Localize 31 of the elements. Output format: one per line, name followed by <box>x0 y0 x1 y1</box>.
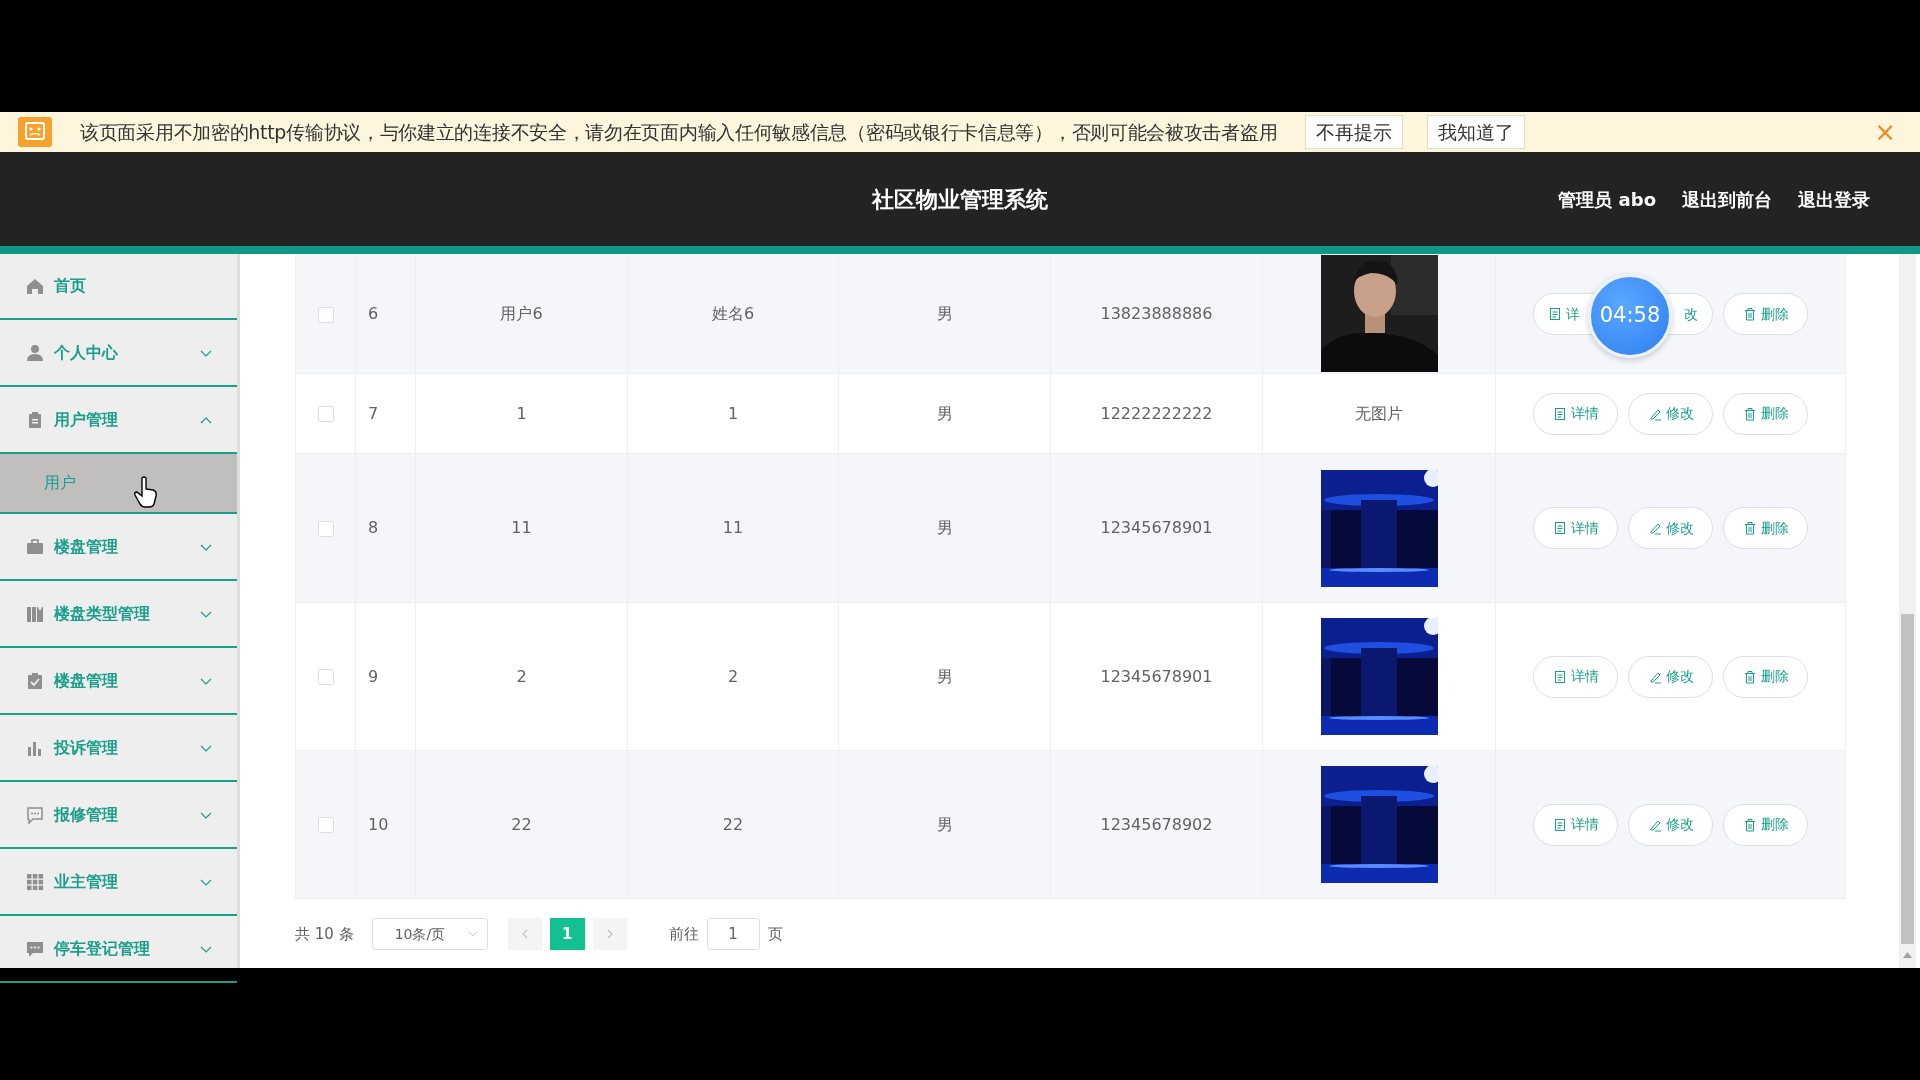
notice-text: 该页面采用不加密的http传输协议，与你建立的连接不安全，请勿在页面内输入任何敏感信息（密码或银行卡信息等），否则可能会被攻击者盗用 <box>80 119 1278 145</box>
row-number: 8 <box>368 518 379 537</box>
table-cell: 男 <box>936 304 953 323</box>
table-cell: 姓名6 <box>711 304 755 323</box>
table-cell: 11 <box>722 518 744 537</box>
row-number: 6 <box>368 304 379 323</box>
table-cell: 1 <box>727 403 739 423</box>
table-cell: 男 <box>936 403 953 423</box>
table-cell: 男 <box>936 814 953 834</box>
table-cell: 男 <box>936 518 953 537</box>
total-count: 共 10 条 <box>295 923 354 945</box>
table-cell: 1 <box>516 403 527 423</box>
table-cell: 11 <box>511 518 532 537</box>
app-title: 社区物业管理系统 <box>872 186 1048 212</box>
page-suffix: 页 <box>767 923 783 945</box>
table-cell: 12345678901 <box>1100 518 1213 537</box>
table-cell: 12345678902 <box>1100 814 1213 834</box>
table-cell: 22 <box>722 814 744 834</box>
table-cell: 男 <box>936 666 953 686</box>
goto-label: 前往 <box>668 923 699 945</box>
table-cell: 无图片 <box>1355 403 1403 423</box>
table-cell: 2 <box>727 666 739 686</box>
table-cell: 13823888886 <box>1100 304 1213 323</box>
table-cell: 12345678901 <box>1100 666 1213 686</box>
row-number: 10 <box>368 814 389 834</box>
table-cell: 22 <box>511 814 532 834</box>
table-cell: 12222222222 <box>1100 403 1213 423</box>
row-number: 9 <box>368 666 379 686</box>
row-number: 7 <box>368 403 379 423</box>
table-cell: 2 <box>516 666 527 686</box>
table-cell: 用户6 <box>500 304 543 323</box>
